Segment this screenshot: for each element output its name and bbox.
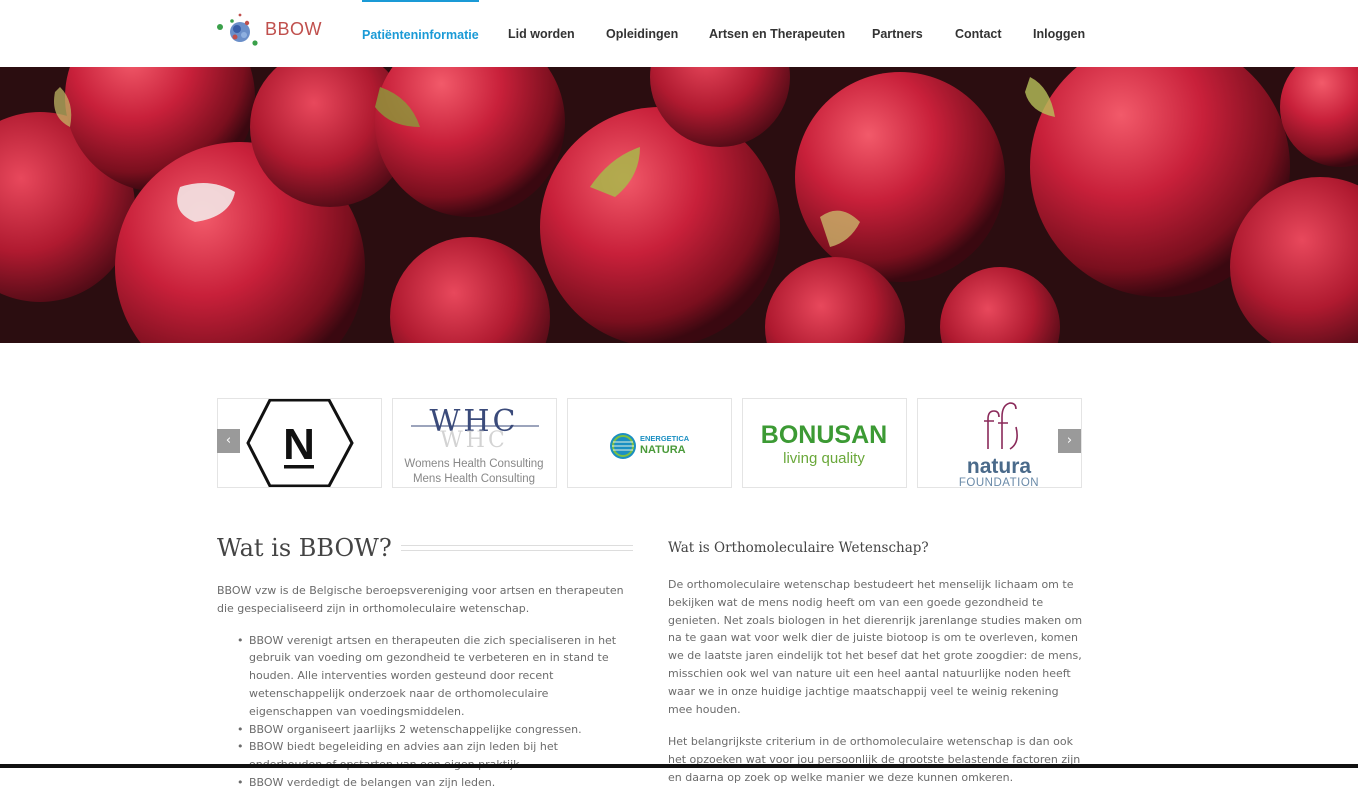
carousel-prev-button[interactable]: ‹ <box>217 429 240 453</box>
hero-image <box>0 67 1358 343</box>
list-item: BBOW organiseert jaarlijks 2 wetenschapp… <box>237 721 633 739</box>
partner-logo-carousel: N WHC WHC Womens Health Consulting Mens … <box>217 398 1082 488</box>
orthomolecular-paragraph-1: De orthomoleculaire wetenschap bestudeer… <box>668 578 1083 716</box>
logo-slide-whc[interactable]: WHC WHC Womens Health Consulting Mens He… <box>392 398 557 488</box>
chevron-left-icon: ‹ <box>225 433 232 448</box>
list-item: BBOW verenigt artsen en therapeuten die … <box>237 632 633 721</box>
whc-line-2: Mens Health Consulting <box>413 473 535 485</box>
natura-line-2: FOUNDATION <box>959 477 1039 487</box>
energetica-line-2: NATURA <box>640 444 686 456</box>
about-bbow-intro: BBOW vzw is de Belgische beroepsverenigi… <box>217 584 624 615</box>
nav-item-opleidingen[interactable]: Opleidingen <box>606 0 678 67</box>
nav-item-inloggen[interactable]: Inloggen <box>1033 0 1085 67</box>
nav-item-lid-worden[interactable]: Lid worden <box>508 0 575 67</box>
natura-foundation-logo-icon: natura FOUNDATION <box>959 402 1039 487</box>
logo-slide-bonusan[interactable]: BONUSAN living quality <box>742 398 907 488</box>
about-bbow-section: Wat is BBOW? BBOW vzw is de Belgische be… <box>217 534 633 792</box>
orthomolecular-section: Wat is Orthomoleculaire Wetenschap? De o… <box>668 540 1084 787</box>
chevron-right-icon: › <box>1066 433 1073 448</box>
about-bbow-heading: Wat is BBOW? <box>217 534 633 562</box>
n-logo-icon: N <box>246 399 354 487</box>
logo-slide-energetica-natura[interactable]: ENERGETICA NATURA <box>567 398 732 488</box>
energetica-natura-logo-icon: ENERGETICA NATURA <box>610 433 690 459</box>
orthomolecular-heading: Wat is Orthomoleculaire Wetenschap? <box>668 540 929 556</box>
logo-slide-n[interactable]: N <box>217 398 382 488</box>
nav-item-artsen-en-therapeuten[interactable]: Artsen en Therapeuten <box>709 0 845 67</box>
whc-logo-icon: WHC WHC Womens Health Consulting Mens He… <box>404 404 543 485</box>
nav-item-partners[interactable]: Partners <box>872 0 923 67</box>
orthomolecular-paragraph-2: Het belangrijkste criterium in de orthom… <box>668 735 1081 784</box>
list-item: BBOW verdedigt de belangen van zijn lede… <box>237 774 633 792</box>
brand-name[interactable]: BBOW <box>265 19 322 40</box>
bonusan-logo-icon: BONUSAN living quality <box>761 421 887 467</box>
bonusan-line-2: living quality <box>783 450 865 467</box>
natura-line-1: natura <box>967 455 1032 478</box>
berries-photo <box>0 67 1358 343</box>
bonusan-line-1: BONUSAN <box>761 421 887 449</box>
heading-divider <box>400 545 633 551</box>
whc-line-1: Womens Health Consulting <box>404 458 543 470</box>
svg-text:WHC: WHC <box>440 428 508 453</box>
n-logo-letter: N <box>283 420 315 469</box>
site-header: BBOW Patiënteninformatie Lid worden Ople… <box>0 0 1358 67</box>
energetica-line-1: ENERGETICA <box>640 434 690 443</box>
carousel-next-button[interactable]: › <box>1058 429 1081 453</box>
about-bbow-title: Wat is BBOW? <box>217 534 392 562</box>
nav-item-patienteninformatie[interactable]: Patiënteninformatie <box>362 0 479 67</box>
nav-item-contact[interactable]: Contact <box>955 0 1002 67</box>
screen-bottom-edge <box>0 764 1358 768</box>
list-item: BBOW biedt begeleiding en advies aan zij… <box>237 738 633 774</box>
